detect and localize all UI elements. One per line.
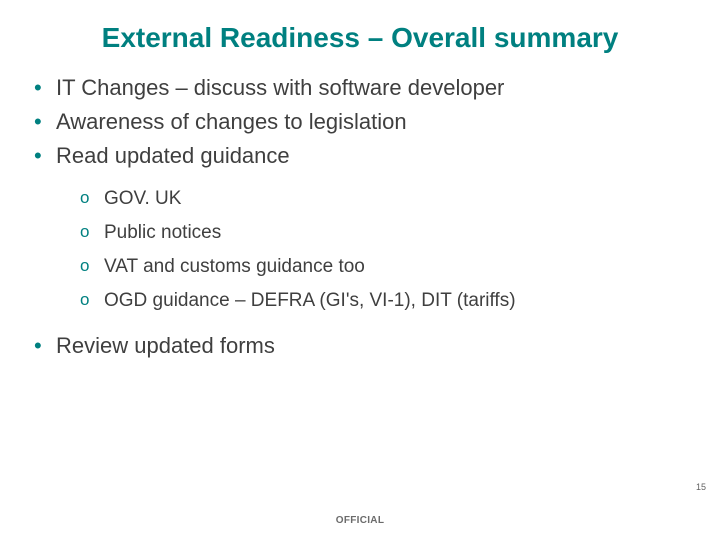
circle-icon: o [80,216,104,248]
page-number: 15 [696,482,706,492]
circle-icon: o [80,284,104,316]
slide: External Readiness – Overall summary • I… [0,0,720,540]
footer-classification: OFFICIAL [0,515,720,526]
sub-bullet-group: o GOV. UK o Public notices o VAT and cus… [80,182,680,319]
bullet-level2: o VAT and customs guidance too [80,250,680,284]
bullet-level1: • Review updated forms [34,330,680,362]
bullet-icon: • [34,106,56,138]
bullet-text: GOV. UK [104,182,181,216]
bullet-level1: • IT Changes – discuss with software dev… [34,72,680,104]
bullet-level1: • Read updated guidance [34,140,680,172]
bullet-text: Awareness of changes to legislation [56,106,407,138]
bullet-text: Public notices [104,216,221,250]
slide-title: External Readiness – Overall summary [0,22,720,54]
bullet-level2: o Public notices [80,216,680,250]
bullet-icon: • [34,330,56,362]
bullet-level2: o OGD guidance – DEFRA (GI's, VI-1), DIT… [80,284,680,318]
slide-content: • IT Changes – discuss with software dev… [34,72,680,364]
bullet-level2: o GOV. UK [80,182,680,216]
bullet-text: OGD guidance – DEFRA (GI's, VI-1), DIT (… [104,284,516,318]
bullet-text: IT Changes – discuss with software devel… [56,72,504,104]
circle-icon: o [80,250,104,282]
bullet-level1: • Awareness of changes to legislation [34,106,680,138]
circle-icon: o [80,182,104,214]
bullet-text: Read updated guidance [56,140,290,172]
bullet-icon: • [34,140,56,172]
bullet-text: Review updated forms [56,330,275,362]
bullet-text: VAT and customs guidance too [104,250,365,284]
bullet-icon: • [34,72,56,104]
